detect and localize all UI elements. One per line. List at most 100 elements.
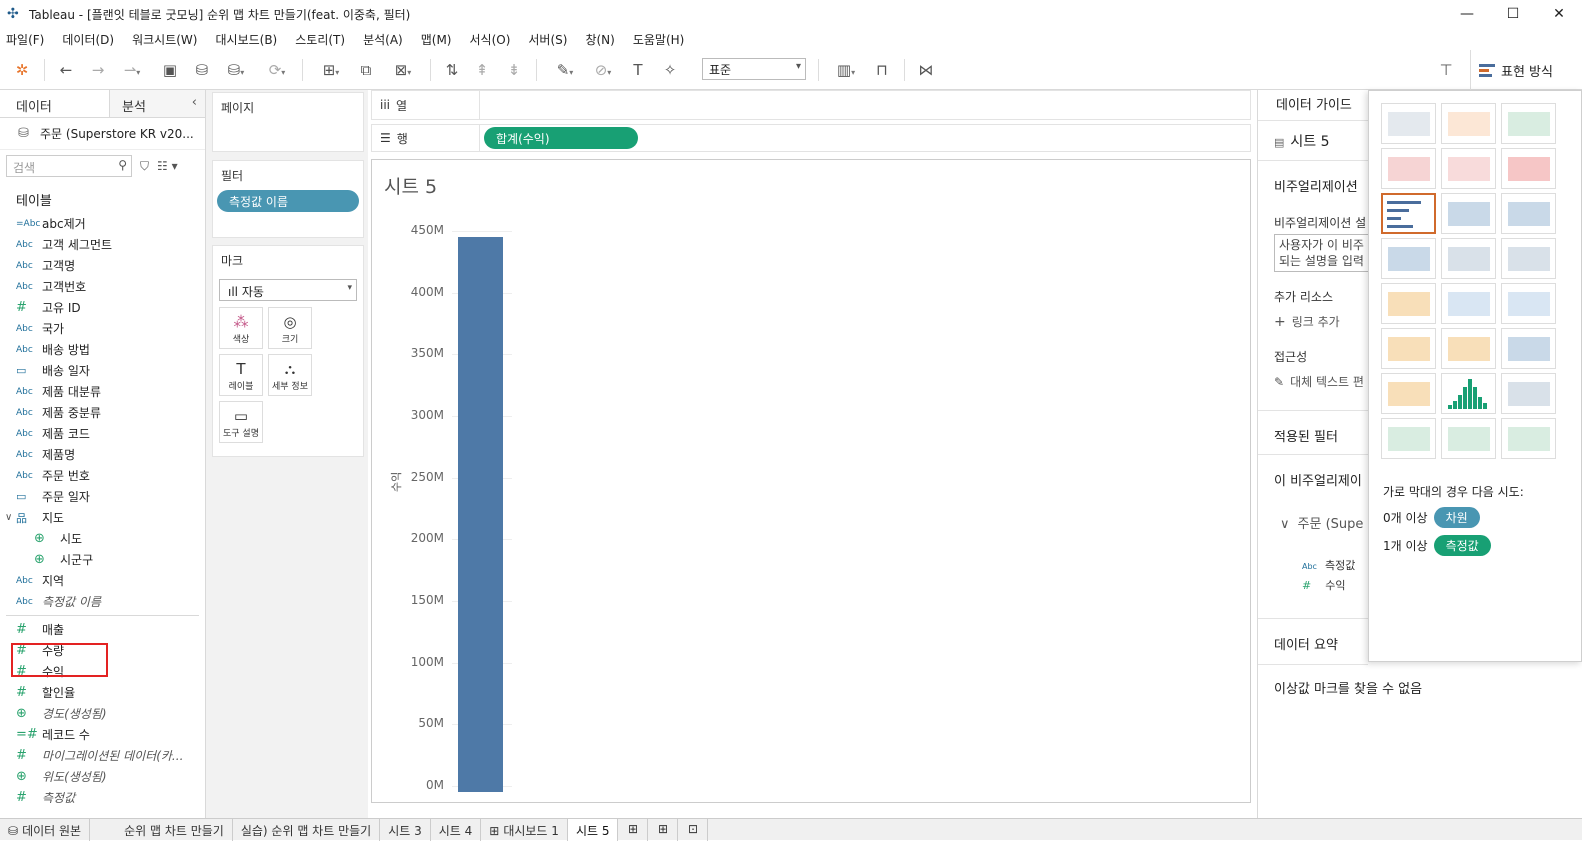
detail-button[interactable]: ⛬ 세부 정보 [268, 354, 312, 396]
replay-icon[interactable]: ⇀▾ [118, 60, 146, 80]
fit-select[interactable]: 표준 ▾ [702, 58, 806, 80]
histogram-icon[interactable] [1441, 373, 1496, 414]
filters-card[interactable]: 필터 측정값 이름 [212, 160, 364, 238]
field-item[interactable]: ⊕ 위도(생성됨) [0, 766, 205, 787]
new-worksheet-icon[interactable]: ⊞▾ [314, 60, 348, 80]
tab-sheet-5[interactable]: 시트 5 [567, 818, 619, 841]
field-item[interactable]: # 할인율 [0, 682, 205, 703]
field-item[interactable]: Abc 제품 코드 [0, 423, 205, 444]
line-discrete-icon[interactable] [1441, 283, 1496, 324]
field-item[interactable]: Abc 주문 번호 [0, 465, 205, 486]
field-item[interactable]: Abc 제품명 [0, 444, 205, 465]
tab-data[interactable]: 데이터 [0, 90, 110, 117]
close-icon[interactable]: ✕ [1536, 0, 1582, 28]
circle-view-icon[interactable] [1441, 238, 1496, 279]
new-datasource-icon[interactable]: ⛁ [192, 60, 212, 80]
expand-icon[interactable]: ∨ [5, 512, 12, 523]
tab-sheet-practice[interactable]: 실습) 순위 맵 차트 만들기 [233, 818, 381, 841]
rows-shelf[interactable]: ☰ 행 합계(수익) [371, 124, 1251, 152]
treemap-icon[interactable] [1381, 238, 1436, 279]
save-icon[interactable]: ▣ [160, 60, 180, 80]
field-item[interactable]: Abc 배송 방법 [0, 339, 205, 360]
viz-desc-input[interactable]: 사용자가 이 비주 되는 설명을 입력 [1274, 234, 1374, 272]
field-item[interactable]: # 고유 ID [0, 297, 205, 318]
field-item[interactable]: Abc 제품 중분류 [0, 402, 205, 423]
field-item[interactable]: ⊕ 경도(생성됨) [0, 703, 205, 724]
line-continuous-icon[interactable] [1381, 283, 1436, 324]
field-item[interactable]: Abc 제품 대분류 [0, 381, 205, 402]
stacked-bar-icon[interactable] [1441, 193, 1496, 234]
new-worksheet-tab-icon[interactable]: ⊞ [618, 818, 649, 841]
menu-format[interactable]: 서식(O) [470, 31, 511, 48]
maximize-icon[interactable]: ☐ [1490, 0, 1536, 28]
field-item[interactable]: ▭ 배송 일자 [0, 360, 205, 381]
fix-axes-icon[interactable]: ✧ [660, 60, 680, 80]
filter-pill-measure-names[interactable]: 측정값 이름 [217, 190, 359, 212]
new-dashboard-tab-icon[interactable]: ⊞ [648, 818, 679, 841]
tab-sheet-4[interactable]: 시트 4 [431, 818, 482, 841]
tableau-home-icon[interactable]: ✲ [12, 60, 32, 80]
field-item[interactable]: ⊕ 시군구 [0, 549, 205, 570]
highlight-table-icon[interactable] [1501, 103, 1556, 144]
box-whisker-icon[interactable] [1501, 373, 1556, 414]
packed-bubbles-icon[interactable] [1501, 418, 1556, 459]
field-item[interactable]: # 매출 [0, 619, 205, 640]
field-item[interactable]: Abc 고객 세그먼트 [0, 234, 205, 255]
filled-map-icon[interactable] [1441, 148, 1496, 189]
bullet-icon[interactable] [1441, 418, 1496, 459]
alt-text-button[interactable]: ✎ 대체 텍스트 편 [1274, 373, 1370, 390]
duplicate-sheet-icon[interactable]: ⧉ [356, 60, 376, 80]
menu-map[interactable]: 맵(M) [421, 31, 452, 48]
sort-ascending-icon[interactable]: ⇞ [472, 60, 492, 80]
presentation-mode-icon[interactable]: ⊓ [872, 60, 892, 80]
field-item[interactable]: ∨ 品 지도 [0, 507, 205, 528]
tab-sheet-rank-map[interactable]: 순위 맵 차트 만들기 [116, 818, 233, 841]
pages-card[interactable]: 페이지 [212, 92, 364, 152]
menu-help[interactable]: 도움말(H) [633, 31, 685, 48]
dual-combination-icon[interactable] [1501, 328, 1556, 369]
datasource-item[interactable]: ⛁ 주문 (Superstore KR v20... [0, 118, 205, 150]
field-item[interactable]: =# 레코드 수 [0, 724, 205, 745]
tooltip-button[interactable]: ▭ 도구 설명 [219, 401, 263, 443]
horizontal-bar-icon[interactable] [1381, 193, 1436, 234]
clear-sheet-icon[interactable]: ⊠▾ [386, 60, 420, 80]
field-item[interactable]: =Abc abc제거 [0, 213, 205, 234]
field-item[interactable]: ⊕ 시도 [0, 528, 205, 549]
field-item[interactable]: Abc 측정값 이름 [0, 591, 205, 612]
filter-icon[interactable]: ⛉ [140, 159, 149, 174]
rows-pill-sum-profit[interactable]: 합계(수익) [484, 127, 638, 149]
text-table-icon[interactable] [1381, 103, 1436, 144]
search-input[interactable]: 검색 ⚲ [6, 155, 132, 177]
menu-dashboard[interactable]: 대시보드(B) [215, 31, 277, 48]
size-button[interactable]: ◎ 크기 [268, 307, 312, 349]
menu-server[interactable]: 서버(S) [528, 31, 567, 48]
label-button[interactable]: T 레이블 [219, 354, 263, 396]
field-item[interactable]: # 수익 [0, 661, 205, 682]
add-link-button[interactable]: + 링크 추가 [1274, 313, 1340, 330]
highlight-icon[interactable]: ✎▾ [550, 60, 580, 80]
side-by-side-bar-icon[interactable] [1501, 193, 1556, 234]
gantt-icon[interactable] [1381, 418, 1436, 459]
symbol-map-icon[interactable] [1381, 148, 1436, 189]
group-members-icon[interactable]: ⊘▾ [588, 60, 618, 80]
redo-icon[interactable]: → [88, 60, 108, 80]
sort-descending-icon[interactable]: ⇟ [504, 60, 524, 80]
refresh-icon[interactable]: ⟳▾ [260, 60, 294, 80]
mark-type-select[interactable]: ıll 자동 ▾ [219, 279, 357, 301]
bar-mark[interactable] [458, 237, 503, 792]
columns-shelf[interactable]: iii 열 [371, 90, 1251, 120]
source-expander[interactable]: ∨ 주문 (Supe [1280, 513, 1368, 532]
tab-analysis[interactable]: 분석 ‹ [110, 90, 205, 117]
show-me-button[interactable]: 표현 방식 [1470, 50, 1582, 90]
scatter-plot-icon[interactable] [1381, 373, 1436, 414]
tab-dashboard-1[interactable]: ⊞ 대시보드 1 [481, 818, 568, 841]
pie-chart-icon[interactable] [1501, 148, 1556, 189]
field-item[interactable]: Abc 고객번호 [0, 276, 205, 297]
minimize-icon[interactable]: — [1444, 0, 1490, 28]
undo-icon[interactable]: ← [56, 60, 76, 80]
field-item[interactable]: ▭ 주문 일자 [0, 486, 205, 507]
new-story-tab-icon[interactable]: ⊡ [678, 818, 709, 841]
field-item[interactable]: Abc 지역 [0, 570, 205, 591]
swap-rows-columns-icon[interactable]: ⇅ [442, 60, 462, 80]
field-item[interactable]: Abc 고객명 [0, 255, 205, 276]
